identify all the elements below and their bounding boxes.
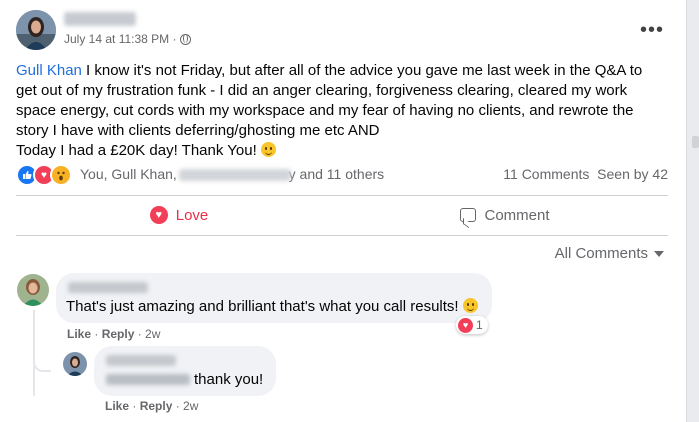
post-text: Gull Khan I know it's not Friday, but af…: [16, 61, 666, 161]
comment-age[interactable]: 2w: [145, 327, 160, 341]
tagged-name-redacted[interactable]: [106, 374, 190, 385]
reply-like-link[interactable]: Like: [105, 399, 129, 413]
reply-bubble: thank you!: [94, 346, 276, 396]
caret-down-icon: [654, 250, 664, 257]
redacted-name: [178, 169, 291, 182]
reply-avatar[interactable]: [63, 352, 87, 376]
post-header: July 14 at 11:38 PM · •••: [16, 10, 676, 54]
thread-elbow: [33, 354, 51, 372]
post-stats: ♥ You, Gull Khan, y and 11 others 11 Com…: [16, 164, 668, 186]
comment-reply-link[interactable]: Reply: [102, 327, 135, 341]
stats-right: 11 Comments Seen by 42: [503, 166, 668, 182]
reply-text: thank you!: [194, 371, 264, 388]
seen-by[interactable]: Seen by 42: [597, 166, 668, 182]
reactions-summary-prefix: You, Gull Khan,: [80, 166, 181, 182]
post-card: July 14 at 11:38 PM · ••• Gull Khan I kn…: [0, 0, 687, 422]
heart-icon: ♥: [149, 206, 168, 224]
commenter-avatar[interactable]: [17, 274, 49, 306]
comment-text-content: That's just amazing and brilliant that's…: [66, 298, 463, 315]
comments-count[interactable]: 11 Comments: [503, 166, 589, 182]
divider: [16, 235, 668, 236]
love-button-label: Love: [175, 206, 209, 224]
post-actions: ♥ Love Comment: [16, 196, 668, 234]
replier-name-redacted[interactable]: [106, 355, 176, 366]
comments-sort-label: All Comments: [554, 245, 648, 262]
thread-line: [33, 310, 35, 396]
author-name-redacted[interactable]: [64, 12, 136, 26]
post-text-main: I know it's not Friday, but after all of…: [16, 62, 643, 139]
smiling-emoji-icon: [462, 298, 478, 313]
reply-actions: Like · Reply · 2w: [105, 399, 199, 413]
more-options-icon[interactable]: •••: [640, 20, 664, 40]
globe-icon: [179, 33, 191, 45]
comment-text: That's just amazing and brilliant that's…: [66, 298, 478, 315]
post-timestamp[interactable]: July 14 at 11:38 PM ·: [64, 32, 177, 46]
grinning-emoji-icon: [260, 142, 276, 157]
comment-reaction-count: 1: [476, 318, 483, 332]
comment-icon: [460, 208, 477, 222]
comment-button[interactable]: Comment: [342, 196, 668, 234]
comment-bubble: That's just amazing and brilliant that's…: [56, 273, 492, 323]
reply-reply-link[interactable]: Reply: [140, 399, 173, 413]
commenter-name-redacted[interactable]: [68, 282, 148, 293]
love-button[interactable]: ♥ Love: [16, 196, 342, 234]
comment-reaction-chip[interactable]: ♥ 1: [456, 316, 488, 334]
reply-age[interactable]: 2w: [183, 399, 198, 413]
mention-link[interactable]: Gull Khan: [16, 62, 82, 79]
reactions-summary[interactable]: You, Gull Khan, y and 11 others: [80, 166, 384, 182]
comments-sort-dropdown[interactable]: All Comments: [555, 245, 664, 262]
comment-actions: Like · Reply · 2w: [67, 327, 161, 341]
page-background-strip: [687, 0, 699, 422]
post-meta: July 14 at 11:38 PM ·: [64, 32, 191, 46]
heart-icon: ♥: [458, 317, 473, 333]
comment-button-label: Comment: [484, 206, 550, 224]
author-avatar[interactable]: [16, 10, 56, 50]
comment-like-link[interactable]: Like: [67, 327, 91, 341]
reaction-icons[interactable]: ♥: [16, 164, 72, 186]
wow-reaction-icon: [50, 164, 72, 186]
scrollbar-thumb[interactable]: [692, 136, 699, 148]
reactions-summary-suffix: y and 11 others: [288, 166, 385, 182]
post-text-last: Today I had a £20K day! Thank You!: [16, 142, 261, 159]
